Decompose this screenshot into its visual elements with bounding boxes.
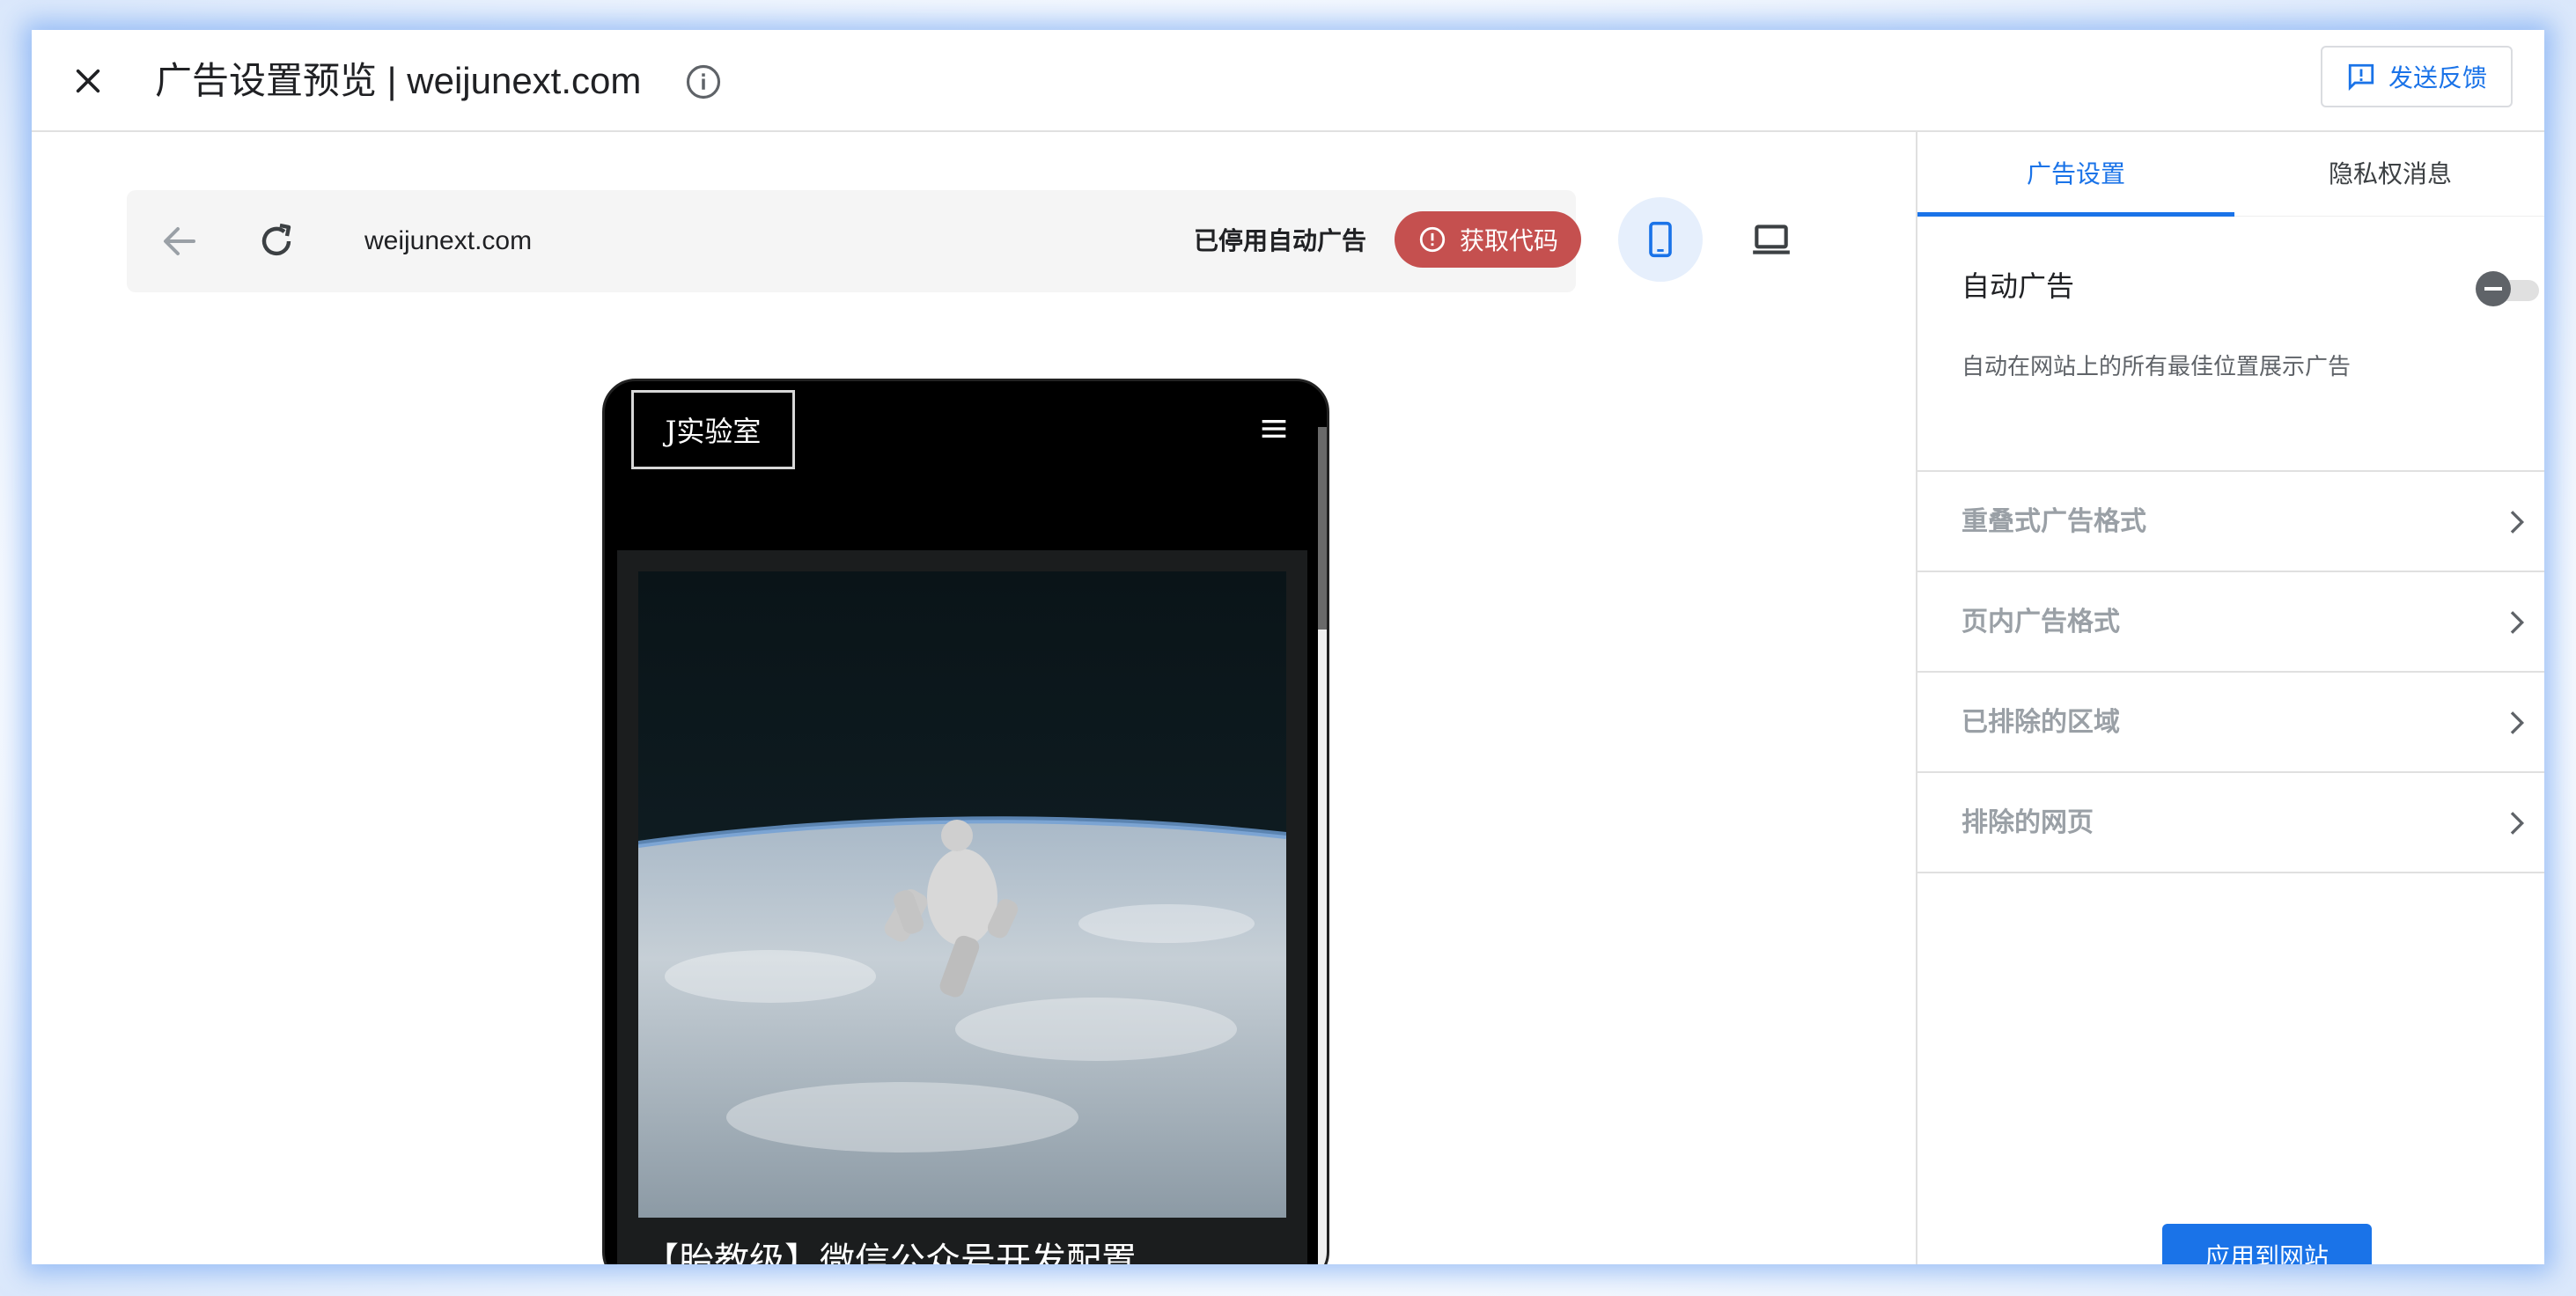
apply-to-site-button[interactable]: 应用到网站 <box>2162 1224 2372 1264</box>
site-logo[interactable]: J实验室 <box>631 390 795 469</box>
toggle-off-icon <box>2476 271 2511 306</box>
row-label: 重叠式广告格式 <box>1961 507 2146 536</box>
info-icon[interactable] <box>685 63 722 100</box>
send-feedback-button[interactable]: 发送反馈 <box>2321 46 2513 107</box>
settings-panel: 广告设置 隐私权消息 自动广告 自动在网站上的所有最佳位置展示广告 重叠式广告格… <box>1916 132 2544 1264</box>
browser-toolbar: weijunext.com 已停用自动广告 获取代码 <box>127 190 1581 292</box>
tab-privacy-messages[interactable]: 隐私权消息 <box>2234 132 2544 217</box>
laptop-icon <box>1753 225 1790 254</box>
desktop-view-button[interactable] <box>1729 197 1814 282</box>
smartphone-icon <box>1649 221 1672 258</box>
url-text: weijunext.com <box>364 226 533 255</box>
hamburger-menu-icon[interactable] <box>1256 411 1292 446</box>
panel-tabs: 广告设置 隐私权消息 <box>1917 132 2544 217</box>
mobile-site-preview[interactable]: J实验室 【胎教级】微信公众号开发配置 <box>602 379 1329 1264</box>
get-code-button[interactable]: 获取代码 <box>1395 211 1581 268</box>
close-icon <box>76 69 100 93</box>
row-excluded-areas[interactable]: 已排除的区域 <box>1917 673 2544 773</box>
row-overlay-formats[interactable]: 重叠式广告格式 <box>1917 472 2544 572</box>
mobile-view-button[interactable] <box>1618 197 1703 282</box>
post-title[interactable]: 【胎教级】微信公众号开发配置 <box>644 1232 1137 1264</box>
close-button[interactable] <box>63 56 113 106</box>
astronaut-earth-image <box>638 571 1286 1218</box>
phone-scrollbar[interactable] <box>1318 427 1327 630</box>
ad-settings-preview-window: 广告设置预览 | weijunext.com 发送反馈 weijunext.co… <box>32 30 2544 1264</box>
preview-area: weijunext.com 已停用自动广告 获取代码 J实验室 【胎教级】微信公… <box>32 132 1916 1264</box>
phone-scroll-track <box>1318 630 1327 1264</box>
chevron-right-icon <box>2510 611 2525 634</box>
row-in-page-formats[interactable]: 页内广告格式 <box>1917 572 2544 673</box>
chevron-right-icon <box>2510 812 2525 835</box>
row-label: 页内广告格式 <box>1961 608 2120 637</box>
chevron-right-icon <box>2510 711 2525 734</box>
auto-ads-toggle[interactable] <box>2476 269 2539 308</box>
header: 广告设置预览 | weijunext.com 发送反馈 <box>32 30 2544 132</box>
row-label: 排除的网页 <box>1961 808 2094 837</box>
reload-icon[interactable] <box>255 220 298 262</box>
send-feedback-label: 发送反馈 <box>2388 64 2487 92</box>
row-label: 已排除的区域 <box>1961 708 2120 737</box>
auto-ads-section: 自动广告 自动在网站上的所有最佳位置展示广告 <box>1917 217 2544 472</box>
chevron-right-icon <box>2510 511 2525 534</box>
back-arrow-icon[interactable] <box>158 220 201 262</box>
get-code-label: 获取代码 <box>1459 227 1558 254</box>
auto-ads-description: 自动在网站上的所有最佳位置展示广告 <box>1961 353 2352 379</box>
auto-ads-status: 已停用自动广告 <box>1194 227 1367 254</box>
row-excluded-pages[interactable]: 排除的网页 <box>1917 773 2544 873</box>
feedback-icon <box>2348 63 2374 92</box>
tab-ad-settings[interactable]: 广告设置 <box>1917 132 2234 217</box>
alert-icon <box>1419 226 1446 253</box>
auto-ads-label: 自动广告 <box>1961 270 2075 302</box>
page-title: 广告设置预览 | weijunext.com <box>155 60 642 101</box>
